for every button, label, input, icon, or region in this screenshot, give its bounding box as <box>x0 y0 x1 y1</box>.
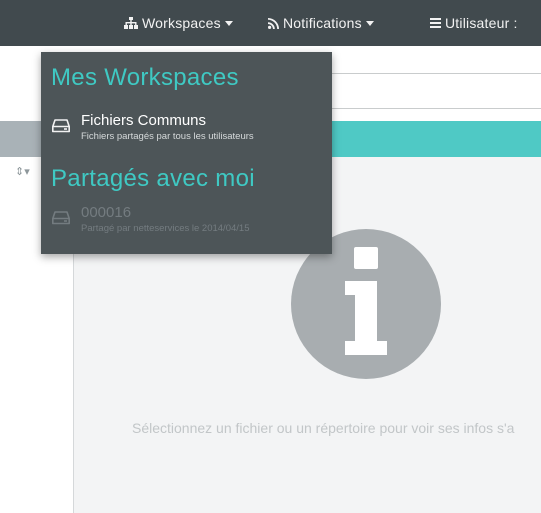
shared-with-me-heading: Partagés avec moi <box>51 165 255 192</box>
workspace-item-000016[interactable]: 000016 Partagé par netteservices le 2014… <box>41 202 332 244</box>
sort-icon[interactable]: ⇕▾ <box>15 165 30 178</box>
rss-icon <box>268 17 279 29</box>
workspace-subtitle: Partagé par netteservices le 2014/04/15 <box>81 223 250 234</box>
workspace-subtitle: Fichiers partagés par tous les utilisate… <box>81 131 254 142</box>
user-menu-toggle[interactable]: Utilisateur : <box>430 0 518 46</box>
sitemap-icon <box>124 17 138 29</box>
hdd-icon <box>52 119 70 138</box>
workspaces-menu-toggle[interactable]: Workspaces <box>124 0 233 46</box>
info-message: Sélectionnez un fichier ou un répertoire… <box>132 420 515 436</box>
user-label: Utilisateur : <box>445 15 518 31</box>
workspace-title: 000016 <box>81 204 132 221</box>
workspace-title: Fichiers Communs <box>81 112 207 129</box>
chevron-down-icon <box>365 20 374 26</box>
top-navbar: Workspaces Notifications Utilisateur: <box>0 0 541 46</box>
menu-icon <box>430 18 441 28</box>
workspaces-dropdown: Mes Workspaces Fichiers Communs Fichiers… <box>41 52 332 254</box>
search-input[interactable] <box>330 73 541 109</box>
notifications-menu-toggle[interactable]: Notifications <box>268 0 374 46</box>
chevron-down-icon <box>224 20 233 26</box>
hdd-icon <box>52 211 70 230</box>
my-workspaces-heading: Mes Workspaces <box>51 64 239 91</box>
workspaces-label: Workspaces <box>142 15 221 31</box>
notifications-label: Notifications <box>283 15 362 31</box>
app-window: ⇕▾ Sélectionnez un fichier ou un réperto… <box>0 0 541 513</box>
workspace-item-fichiers-communs[interactable]: Fichiers Communs Fichiers partagés par t… <box>41 110 332 152</box>
